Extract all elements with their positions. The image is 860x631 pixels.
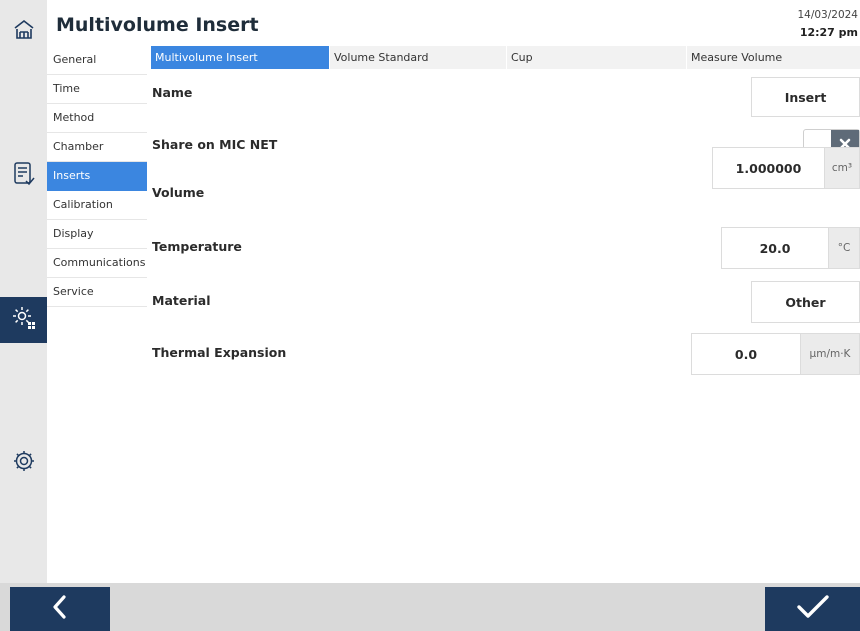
volume-field[interactable]: 1.000000 cm³ bbox=[712, 147, 860, 189]
temperature-value: 20.0 bbox=[759, 240, 791, 256]
volume-unit: cm³ bbox=[824, 148, 859, 188]
header-time: 12:27 pm bbox=[799, 26, 858, 39]
settings-grid-button[interactable] bbox=[0, 297, 47, 343]
settings-button[interactable] bbox=[0, 443, 47, 483]
checkmark-icon bbox=[796, 594, 830, 624]
name-label: Name bbox=[152, 85, 193, 100]
settings-icon bbox=[11, 448, 37, 478]
chevron-left-icon bbox=[52, 594, 68, 624]
menu-item-display[interactable]: Display bbox=[47, 220, 147, 249]
confirm-button[interactable] bbox=[765, 587, 860, 631]
home-icon bbox=[13, 19, 35, 45]
menu-item-calibration[interactable]: Calibration bbox=[47, 191, 147, 220]
header: Multivolume Insert 14/03/2024 12:27 pm bbox=[47, 0, 860, 46]
tab-multivolume-insert[interactable]: Multivolume Insert bbox=[151, 46, 330, 69]
settings-menu: General Time Method Chamber Inserts Cali… bbox=[47, 46, 147, 307]
thermal-expansion-label: Thermal Expansion bbox=[152, 345, 287, 360]
menu-item-service[interactable]: Service bbox=[47, 278, 147, 307]
tab-bar: Multivolume Insert Volume Standard Cup M… bbox=[151, 46, 860, 69]
thermal-expansion-unit: µm/m·K bbox=[800, 334, 859, 374]
tab-cup[interactable]: Cup bbox=[507, 46, 687, 69]
menu-item-time[interactable]: Time bbox=[47, 75, 147, 104]
temperature-field[interactable]: 20.0 °C bbox=[721, 227, 860, 269]
menu-item-method[interactable]: Method bbox=[47, 104, 147, 133]
volume-value: 1.000000 bbox=[735, 160, 802, 176]
name-value: Insert bbox=[784, 89, 827, 105]
header-date: 14/03/2024 bbox=[797, 9, 858, 21]
tab-volume-standard[interactable]: Volume Standard bbox=[330, 46, 507, 69]
menu-item-general[interactable]: General bbox=[47, 46, 147, 75]
temperature-unit: °C bbox=[828, 228, 859, 268]
menu-item-chamber[interactable]: Chamber bbox=[47, 133, 147, 162]
volume-label: Volume bbox=[152, 185, 205, 200]
temperature-label: Temperature bbox=[152, 239, 242, 254]
menu-item-inserts[interactable]: Inserts bbox=[47, 162, 147, 191]
checklist-icon bbox=[12, 161, 36, 191]
name-field[interactable]: Insert bbox=[751, 77, 860, 117]
material-value: Other bbox=[785, 294, 826, 310]
methods-button[interactable] bbox=[0, 156, 47, 196]
material-field[interactable]: Other bbox=[751, 281, 860, 323]
footer-bar bbox=[0, 583, 860, 631]
settings-grid-icon bbox=[11, 305, 37, 335]
thermal-expansion-value: 0.0 bbox=[734, 346, 758, 362]
share-label: Share on MIC NET bbox=[152, 137, 278, 152]
back-button[interactable] bbox=[10, 587, 110, 631]
material-label: Material bbox=[152, 293, 211, 308]
thermal-expansion-field[interactable]: 0.0 µm/m·K bbox=[691, 333, 860, 375]
home-button[interactable] bbox=[0, 14, 47, 50]
page-title: Multivolume Insert bbox=[56, 14, 259, 36]
tab-measure-volume[interactable]: Measure Volume bbox=[687, 46, 860, 69]
menu-item-communications[interactable]: Communications bbox=[47, 249, 147, 278]
